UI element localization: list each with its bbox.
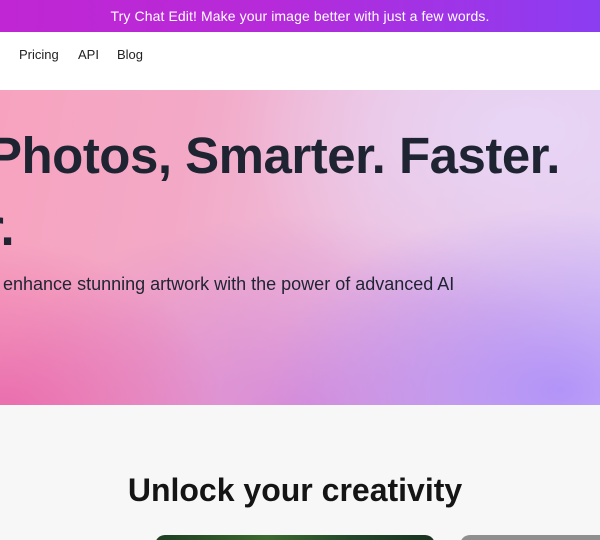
top-nav: Pricing API Blog: [0, 32, 600, 80]
hero-title-continuation: r.: [0, 199, 15, 256]
hero-subtitle: enhance stunning artwork with the power …: [3, 274, 455, 294]
promo-banner[interactable]: Try Chat Edit! Make your image better wi…: [0, 0, 600, 32]
feature-card-image-secondary[interactable]: [460, 535, 600, 540]
feature-card-image[interactable]: [155, 535, 435, 540]
promo-banner-text[interactable]: Try Chat Edit! Make your image better wi…: [111, 8, 490, 24]
hero-section: Photos, Smarter. Faster. r. enhance stun…: [0, 90, 600, 405]
hero-title: Photos, Smarter. Faster.: [0, 127, 560, 184]
nav-spacer: [0, 80, 600, 90]
nav-link-blog[interactable]: Blog: [117, 32, 143, 80]
nav-link-pricing[interactable]: Pricing: [19, 32, 59, 80]
page: Try Chat Edit! Make your image better wi…: [0, 0, 600, 540]
section-title: Unlock your creativity: [127, 472, 463, 508]
nav-link-api[interactable]: API: [78, 32, 99, 80]
